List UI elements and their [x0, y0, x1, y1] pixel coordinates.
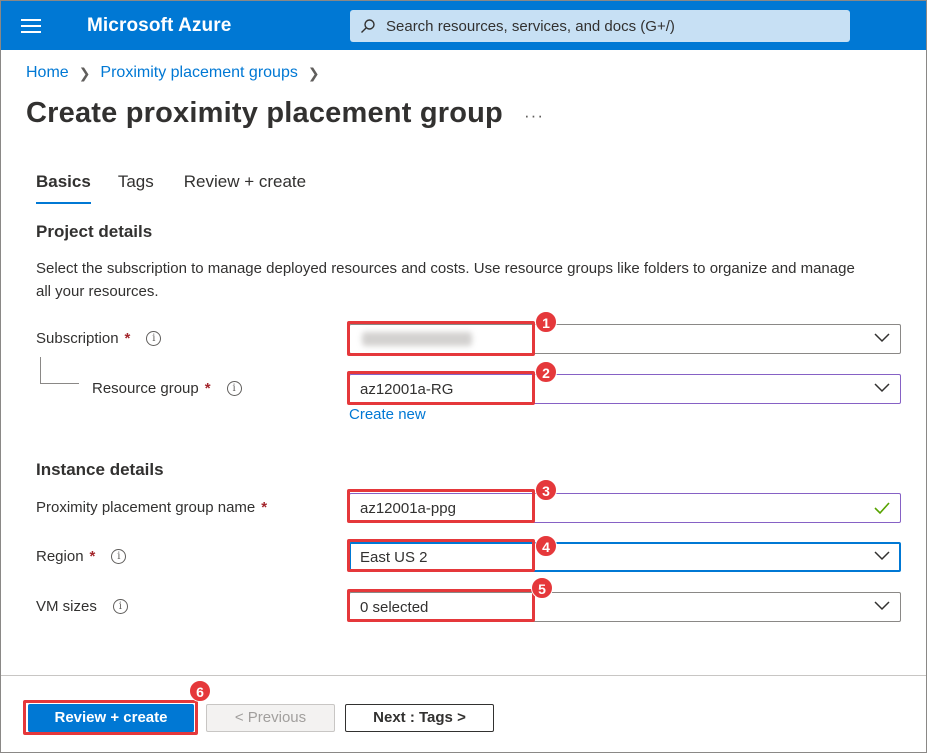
chevron-right-icon: ❯ [78, 64, 91, 81]
tree-connector [40, 357, 41, 384]
vm-sizes-label: VM sizes i [36, 598, 128, 615]
highlight-box-review-create [23, 700, 198, 735]
highlight-box-resource-group [347, 371, 535, 405]
breadcrumb-proximity-placement-groups[interactable]: Proximity placement groups [100, 64, 297, 82]
subscription-label: Subscription * i [36, 330, 162, 347]
region-label: Region * i [36, 548, 127, 565]
tab-basics[interactable]: Basics [36, 172, 91, 204]
highlight-box-ppg-name [347, 489, 535, 523]
previous-button[interactable]: < Previous [206, 704, 335, 732]
chevron-down-icon [874, 333, 890, 343]
required-indicator: * [124, 330, 131, 347]
search-placeholder: Search resources, services, and docs (G+… [386, 18, 675, 35]
breadcrumb-home[interactable]: Home [26, 64, 69, 82]
chevron-down-icon [874, 601, 890, 611]
breadcrumb: Home ❯ Proximity placement groups ❯ [26, 64, 320, 82]
checkmark-icon [874, 502, 890, 515]
highlight-box-region [347, 539, 535, 572]
chevron-down-icon [874, 551, 890, 561]
instance-details-heading: Instance details [36, 460, 164, 479]
brand-title[interactable]: Microsoft Azure [87, 15, 231, 37]
ppg-name-label-text: Proximity placement group name [36, 499, 256, 516]
search-input[interactable]: Search resources, services, and docs (G+… [350, 10, 850, 42]
next-tags-button[interactable]: Next : Tags > [345, 704, 494, 732]
tab-tags[interactable]: Tags [118, 172, 154, 204]
region-label-text: Region [36, 548, 84, 565]
create-new-link[interactable]: Create new [349, 406, 426, 423]
annotation-badge-6: 6 [189, 680, 211, 702]
ppg-name-label: Proximity placement group name * [36, 499, 267, 516]
annotation-badge-2: 2 [535, 361, 557, 383]
required-indicator: * [89, 548, 96, 565]
tree-connector [40, 383, 79, 384]
more-options-icon[interactable]: ··· [524, 106, 544, 126]
subscription-label-text: Subscription [36, 330, 119, 347]
project-details-description: Select the subscription to manage deploy… [36, 260, 855, 300]
top-navigation-bar: Microsoft Azure Search resources, servic… [1, 1, 926, 50]
info-icon[interactable]: i [112, 599, 128, 614]
page-title: Create proximity placement group [26, 97, 503, 129]
resource-group-label: Resource group * i [92, 380, 242, 397]
required-indicator: * [204, 380, 211, 397]
info-icon[interactable]: i [111, 549, 127, 564]
annotation-badge-5: 5 [531, 577, 553, 599]
required-indicator: * [261, 499, 268, 516]
chevron-down-icon [874, 383, 890, 393]
search-icon [361, 19, 375, 33]
tab-review-create[interactable]: Review + create [184, 172, 306, 204]
chevron-right-icon: ❯ [307, 64, 320, 81]
highlight-box-subscription [347, 321, 535, 356]
footer-divider [1, 675, 926, 676]
highlight-box-vm-sizes [347, 589, 535, 622]
project-details-heading: Project details [36, 222, 153, 241]
resource-group-label-text: Resource group [92, 380, 199, 397]
vm-sizes-label-text: VM sizes [36, 598, 97, 615]
info-icon[interactable]: i [146, 331, 162, 346]
info-icon[interactable]: i [226, 381, 242, 396]
annotation-badge-4: 4 [535, 535, 557, 557]
tab-bar: Basics Tags Review + create [36, 172, 336, 204]
annotation-badge-1: 1 [535, 311, 557, 333]
hamburger-menu-icon[interactable] [19, 15, 43, 37]
annotation-badge-3: 3 [535, 479, 557, 501]
